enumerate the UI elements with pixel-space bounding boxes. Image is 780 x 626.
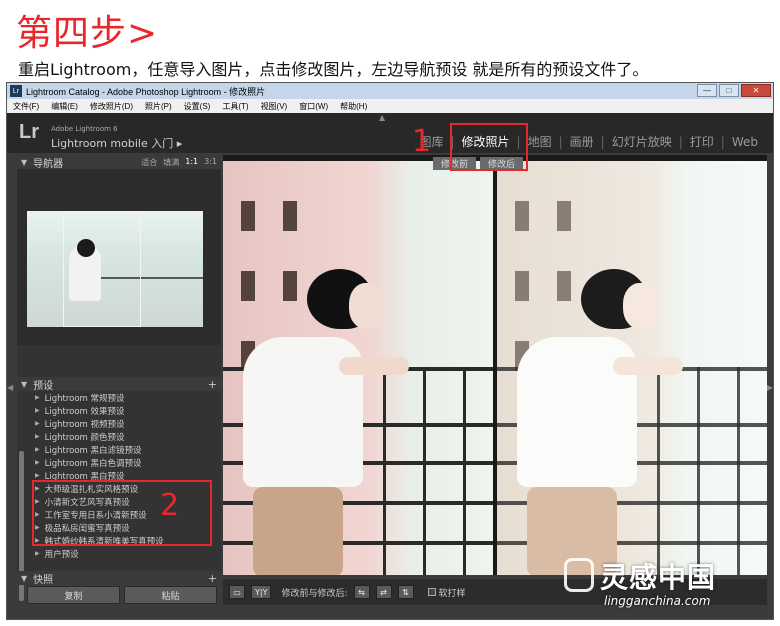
watermark-logo-icon (564, 558, 594, 592)
folder-triangle-icon: ▶ (35, 472, 40, 479)
soft-proof-checkbox[interactable] (427, 588, 436, 596)
site-watermark: 灵感中国 lingganchina.com (560, 556, 770, 616)
presets-header[interactable]: ▼ 预设 + (17, 377, 221, 392)
right-panel-toggle-icon[interactable]: ▶ (767, 383, 773, 392)
menu-help[interactable]: 帮助(H) (334, 101, 373, 112)
add-preset-icon[interactable]: + (208, 378, 221, 391)
callout-number-1: 1 (412, 124, 432, 159)
before-after-label: 修改前与修改后: (281, 588, 348, 599)
zoom-options: 适合 填满 1:1 3:1 (141, 157, 221, 168)
identity-plate: Lr Adobe Lightroom 6 Lightroom mobile 入门… (7, 113, 773, 153)
minimize-button[interactable]: — (697, 84, 717, 97)
folder-triangle-icon: ▶ (35, 550, 40, 557)
copy-after-to-before-button[interactable]: ⇄ (375, 585, 392, 599)
callout-box-presets (32, 480, 212, 546)
preset-folder[interactable]: ▶ Lightroom 视频预设 (17, 417, 221, 430)
left-panel-toggle-icon[interactable]: ◀ (7, 383, 13, 392)
watermark-cn-text: 灵感中国 (600, 561, 717, 594)
preset-folder[interactable]: ▶ Lightroom 效果预设 (17, 404, 221, 417)
preset-folder[interactable]: ▶ Lightroom 常规预设 (17, 391, 221, 404)
menu-tools[interactable]: 工具(T) (216, 101, 254, 112)
folder-triangle-icon: ▶ (35, 459, 40, 466)
navigator-zoom-frame[interactable] (63, 211, 141, 327)
before-after-viewer (223, 155, 767, 575)
before-after-mode-button[interactable]: Y|Y (251, 585, 272, 599)
module-web[interactable]: Web (725, 135, 765, 149)
expand-triangle-icon: ▼ (21, 573, 28, 583)
presets-title: 预设 (33, 380, 54, 392)
instruction-text: 重启Lightroom，任意导入图片，点击修改图片，左边导航预设 就是所有的预设… (18, 60, 649, 79)
close-button[interactable]: ✕ (741, 84, 771, 97)
zoom-3-1[interactable]: 3:1 (204, 157, 217, 168)
paste-button[interactable]: 粘贴 (124, 586, 217, 604)
folder-triangle-icon: ▶ (35, 433, 40, 440)
zoom-1-1[interactable]: 1:1 (185, 157, 198, 168)
preset-folder[interactable]: ▶ Lightroom 黑白滤镜预设 (17, 443, 221, 456)
preset-folder[interactable]: ▶ Lightroom 颜色预设 (17, 430, 221, 443)
version-label: Adobe Lightroom 6 (51, 125, 118, 133)
step-title: 第四步> (16, 13, 159, 54)
soft-proof-label: 软打样 (438, 588, 466, 599)
swap-settings-button[interactable]: ⇅ (397, 585, 414, 599)
collapse-top-icon[interactable]: ▲ (379, 113, 385, 122)
lightroom-logo: Lr (19, 121, 39, 143)
folder-triangle-icon: ▶ (35, 446, 40, 453)
folder-triangle-icon: ▶ (35, 394, 40, 401)
app-icon: Lr (10, 85, 22, 97)
preset-folder[interactable]: ▶ 用户预设 (17, 547, 221, 560)
copy-paste-bar: 复制 粘贴 (27, 586, 217, 604)
menubar: 文件(F) 编辑(E) 修改照片(D) 照片(P) 设置(S) 工具(T) 视图… (7, 99, 773, 113)
tutorial-screenshot: { "header": { "step_title": "第四步>", "ins… (0, 0, 780, 626)
preset-folder[interactable]: ▶ Lightroom 黑白色调预设 (17, 456, 221, 469)
menu-settings[interactable]: 设置(S) (178, 101, 217, 112)
menu-view[interactable]: 视图(V) (255, 101, 294, 112)
snapshots-header[interactable]: ▼ 快照 + (17, 571, 221, 586)
folder-triangle-icon: ▶ (35, 420, 40, 427)
after-photo[interactable] (497, 161, 767, 575)
menu-window[interactable]: 窗口(W) (293, 101, 334, 112)
window-controls: — □ ✕ (697, 84, 771, 97)
copy-before-to-after-button[interactable]: ⇆ (353, 585, 370, 599)
menu-develop[interactable]: 修改照片(D) (84, 101, 139, 112)
module-slideshow[interactable]: 幻灯片放映 (605, 133, 679, 150)
maximize-button[interactable]: □ (719, 84, 739, 97)
loupe-view-button[interactable]: ▭ (229, 585, 245, 599)
zoom-fill[interactable]: 填满 (163, 157, 179, 168)
zoom-fit[interactable]: 适合 (141, 157, 157, 168)
menu-photo[interactable]: 照片(P) (139, 101, 178, 112)
navigator-thumbnail[interactable] (27, 211, 203, 327)
watermark-en-text: lingganchina.com (604, 594, 711, 608)
snapshots-title: 快照 (33, 574, 54, 586)
before-photo[interactable] (223, 161, 493, 575)
soft-proof-toggle[interactable]: 软打样 (427, 586, 466, 599)
expand-triangle-icon: ▼ (21, 379, 28, 389)
callout-box-develop (450, 123, 528, 171)
menu-edit[interactable]: 编辑(E) (45, 101, 84, 112)
navigator-header[interactable]: ▼ 导航器 适合 填满 1:1 3:1 (17, 155, 221, 170)
window-title: Lightroom Catalog - Adobe Photoshop Ligh… (26, 86, 266, 97)
module-book[interactable]: 画册 (563, 133, 601, 150)
mobile-link[interactable]: Lightroom mobile 入门 ▸ (51, 135, 182, 151)
menu-file[interactable]: 文件(F) (7, 101, 45, 112)
navigator-title: 导航器 (33, 158, 64, 170)
add-snapshot-icon[interactable]: + (208, 572, 221, 585)
window-titlebar: Lr Lightroom Catalog - Adobe Photoshop L… (7, 83, 773, 99)
copy-button[interactable]: 复制 (27, 586, 120, 604)
expand-triangle-icon: ▼ (21, 157, 28, 167)
folder-triangle-icon: ▶ (35, 407, 40, 414)
module-print[interactable]: 打印 (683, 133, 721, 150)
navigator-preview (17, 169, 221, 345)
